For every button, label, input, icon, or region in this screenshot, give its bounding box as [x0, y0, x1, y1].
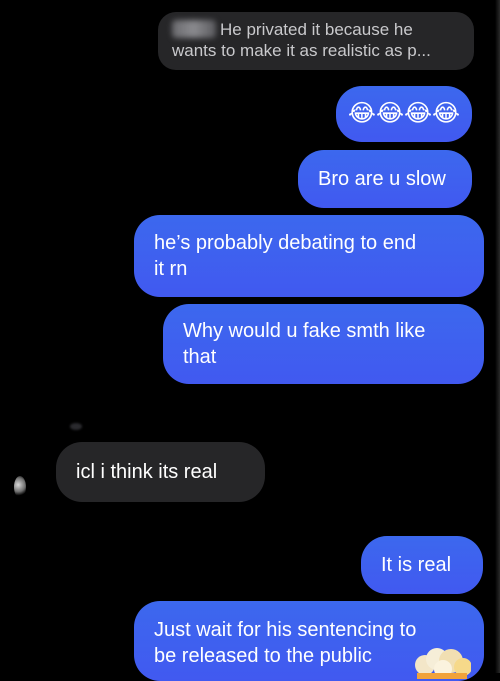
message-text-line-2: it rn	[154, 258, 188, 280]
incoming-message-bubble[interactable]: icl i think its real	[56, 442, 265, 502]
message-bubble[interactable]: It is real	[361, 536, 483, 594]
message-text: 😂😂😂😂	[347, 100, 461, 127]
message-text: Bro are u slow	[318, 168, 446, 190]
message-text-line-2: that	[183, 346, 217, 368]
reply-preview-line-2: wants to make it as realistic as p...	[172, 41, 431, 60]
reply-preview-line-1: He privated it because he	[172, 19, 460, 40]
sender-avatar[interactable]	[14, 476, 26, 498]
message-bubble[interactable]: Why would u fake smth like that	[163, 304, 484, 384]
message-text-line-2: be released to the public	[154, 645, 372, 667]
message-bubble[interactable]: he’s probably debating to end it rn	[134, 215, 484, 297]
blurred-sender-name	[172, 20, 216, 38]
message-text-line-1: he’s probably debating to end	[154, 232, 417, 254]
message-text: It is real	[381, 554, 452, 576]
sender-name-label	[70, 423, 82, 430]
message-bubble[interactable]: Bro are u slow	[298, 150, 472, 208]
message-text-line-1: Just wait for his sentencing to	[154, 619, 417, 641]
popcorn-sticker-icon[interactable]	[413, 643, 471, 679]
message-text: icl i think its real	[76, 461, 218, 483]
message-text-line-1: Why would u fake smth like	[183, 320, 426, 342]
screen-edge	[495, 0, 500, 673]
message-bubble-emoji[interactable]: 😂😂😂😂	[336, 86, 472, 142]
reply-preview-bubble[interactable]: He privated it because he wants to make …	[158, 12, 474, 70]
